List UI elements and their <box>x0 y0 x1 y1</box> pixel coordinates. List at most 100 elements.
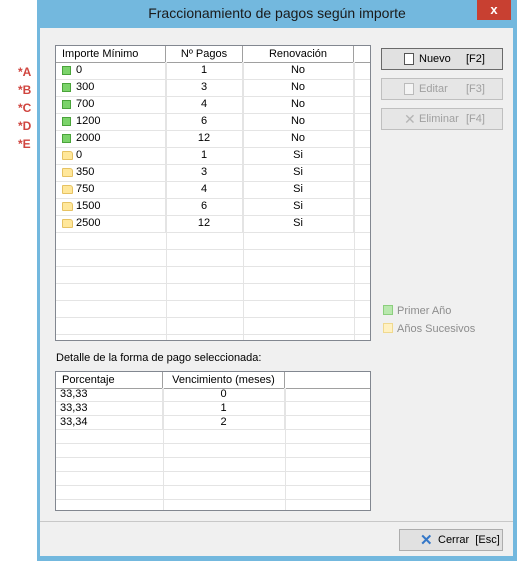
importe-value: 1200 <box>76 115 101 127</box>
close-icon: ✕ <box>420 532 433 549</box>
cell-renovacion: No <box>243 96 354 113</box>
dialog-body: Importe Mínimo Nº Pagos Renovación 0 1 No 3… <box>40 28 513 556</box>
cell-pagos: 1 <box>166 147 243 164</box>
table-row <box>56 249 370 267</box>
footer-divider <box>40 521 513 522</box>
table-row[interactable]: 0 1 Si <box>56 147 370 165</box>
cell-pagos: 4 <box>166 181 243 198</box>
nuevo-button[interactable]: Nuevo [F2] <box>381 48 503 70</box>
folder-icon <box>62 167 73 177</box>
dialog-window: Fraccionamiento de pagos según importe x… <box>37 0 517 561</box>
folder-icon <box>383 323 393 333</box>
legend-next-years: Años Sucesivos <box>383 323 475 335</box>
cerrar-button[interactable]: ✕ Cerrar [Esc] <box>399 529 503 551</box>
eliminar-button[interactable]: ✕ Eliminar [F4] <box>381 108 503 130</box>
cell-pagos: 6 <box>166 198 243 215</box>
cell-importe: 350 <box>56 164 166 181</box>
annotation-marker: *A <box>18 65 32 79</box>
cell-pagos: 1 <box>166 62 243 79</box>
editar-button-label: Editar <box>419 83 448 95</box>
new-document-icon <box>404 53 414 65</box>
table-row <box>56 300 370 318</box>
cell-importe: 300 <box>56 79 166 96</box>
table-row <box>56 486 370 500</box>
cell-pagos: 6 <box>166 113 243 130</box>
plans-table[interactable]: Importe Mínimo Nº Pagos Renovación 0 1 No 3… <box>55 45 371 341</box>
table-row[interactable]: 2000 12 No <box>56 130 370 148</box>
importe-value: 2000 <box>76 132 101 144</box>
detail-table[interactable]: Porcentaje Vencimiento (meses) 33,33 0 33,… <box>55 371 371 511</box>
col-header-importe[interactable]: Importe Mínimo <box>56 46 166 62</box>
edit-document-icon <box>404 83 414 95</box>
green-square-icon <box>383 305 393 315</box>
importe-value: 2500 <box>76 217 101 229</box>
folder-icon <box>62 201 73 211</box>
cell-pagos: 12 <box>166 130 243 147</box>
cell-pagos: 4 <box>166 96 243 113</box>
table-row[interactable]: 33,33 0 <box>56 388 370 402</box>
cell-importe: 1500 <box>56 198 166 215</box>
table-row[interactable]: 1200 6 No <box>56 113 370 131</box>
table-row[interactable]: 300 3 No <box>56 79 370 97</box>
table-row[interactable]: 750 4 Si <box>56 181 370 199</box>
detail-caption: Detalle de la forma de pago seleccionada… <box>56 352 262 364</box>
importe-value: 750 <box>76 183 95 195</box>
cell-pagos: 12 <box>166 215 243 232</box>
table-row <box>56 500 370 510</box>
cell-renovacion: Si <box>243 198 354 215</box>
green-square-icon <box>62 82 71 92</box>
table-row[interactable]: 2500 12 Si <box>56 215 370 233</box>
table-row <box>56 283 370 301</box>
cell-importe: 700 <box>56 96 166 113</box>
folder-icon <box>62 218 73 228</box>
delete-icon: ✕ <box>404 111 416 127</box>
table-row[interactable]: 700 4 No <box>56 96 370 114</box>
legend-first-year: Primer Año <box>383 305 451 317</box>
cell-pagos: 3 <box>166 164 243 181</box>
cell-renovacion: Si <box>243 215 354 232</box>
cell-importe: 2000 <box>56 130 166 147</box>
green-square-icon <box>62 116 71 126</box>
cell-vencimiento: 2 <box>163 416 285 429</box>
annotation-marker: *C <box>18 101 32 115</box>
cell-renovacion: No <box>243 79 354 96</box>
table-row[interactable]: 0 1 No <box>56 62 370 80</box>
col-header-pagos[interactable]: Nº Pagos <box>166 46 243 62</box>
green-square-icon <box>62 99 71 109</box>
window-close-button[interactable]: x <box>477 0 511 20</box>
col-header-renovacion[interactable]: Renovación <box>243 46 354 62</box>
editar-button[interactable]: Editar [F3] <box>381 78 503 100</box>
editar-button-shortcut: [F3] <box>466 83 485 95</box>
cell-importe: 0 <box>56 62 166 79</box>
title-bar: Fraccionamiento de pagos según importe x <box>37 0 517 28</box>
plans-table-header: Importe Mínimo Nº Pagos Renovación <box>56 46 370 63</box>
cell-porcentaje: 33,33 <box>56 402 163 415</box>
nuevo-button-shortcut: [F2] <box>466 53 485 65</box>
legend-next-years-label: Años Sucesivos <box>397 323 476 335</box>
annotation-markers: *A *B *C *D *E <box>18 63 38 153</box>
table-row[interactable]: 350 3 Si <box>56 164 370 182</box>
folder-icon <box>62 184 73 194</box>
cell-renovacion: No <box>243 113 354 130</box>
green-square-icon <box>62 65 71 75</box>
importe-value: 700 <box>76 98 95 110</box>
col-header-vencimiento[interactable]: Vencimiento (meses) <box>163 372 285 388</box>
cell-vencimiento: 0 <box>163 388 285 401</box>
cell-importe: 750 <box>56 181 166 198</box>
table-row <box>56 232 370 250</box>
table-row[interactable]: 1500 6 Si <box>56 198 370 216</box>
annotation-marker: *B <box>18 83 32 97</box>
col-header-porcentaje[interactable]: Porcentaje <box>56 372 163 388</box>
cell-importe: 2500 <box>56 215 166 232</box>
importe-value: 350 <box>76 166 95 178</box>
table-row <box>56 458 370 472</box>
table-row[interactable]: 33,34 2 <box>56 416 370 430</box>
nuevo-button-label: Nuevo <box>419 53 451 65</box>
table-row <box>56 444 370 458</box>
table-row[interactable]: 33,33 1 <box>56 402 370 416</box>
table-row <box>56 317 370 335</box>
cell-importe: 0 <box>56 147 166 164</box>
cell-vencimiento: 1 <box>163 402 285 415</box>
importe-value: 300 <box>76 81 95 93</box>
eliminar-button-shortcut: [F4] <box>466 113 485 125</box>
